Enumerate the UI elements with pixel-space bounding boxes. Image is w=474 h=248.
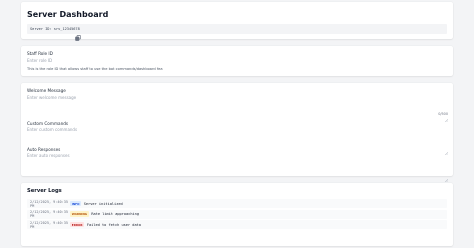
copy-icon[interactable] [75, 26, 81, 41]
auto-responses-textarea[interactable] [27, 153, 447, 167]
auto-responses-label: Auto Responses [27, 147, 61, 152]
server-id-box: Server ID: srv_12345678 [27, 24, 447, 41]
log-row: 2/12/2025, 9:40:35 PM INFO Server initia… [27, 199, 447, 208]
log-row: 2/12/2025, 9:40:35 PM ERROR Failed to fe… [27, 220, 447, 229]
messages-card: Welcome Message 0/500 Custom Commands Au… [21, 83, 453, 183]
header-card: Server Dashboard Server ID: srv_12345678 [21, 2, 453, 41]
resize-handle-icon[interactable] [444, 140, 449, 156]
log-message: Failed to fetch user data [86, 222, 141, 227]
server-logs-title: Server Logs [27, 188, 62, 194]
staff-role-help: This is the role ID that allows staff to… [27, 67, 163, 71]
staff-role-card: Staff Role ID This is the role ID that a… [21, 46, 453, 76]
resize-handle-icon[interactable] [444, 167, 449, 183]
log-time: 2/12/2025, 9:40:35 PM [30, 199, 68, 208]
log-level-badge: ERROR [70, 221, 85, 228]
custom-commands-label: Custom Commands [27, 121, 69, 126]
log-time: 2/12/2025, 9:40:35 PM [30, 220, 68, 229]
log-list: 2/12/2025, 9:40:35 PM INFO Server initia… [27, 199, 447, 231]
welcome-message-label: Welcome Message [27, 88, 66, 93]
log-time: 2/12/2025, 9:40:35 PM [30, 210, 68, 218]
welcome-char-count: 0/500 [438, 112, 448, 116]
custom-commands-textarea[interactable] [27, 127, 447, 141]
server-logs-card: Server Logs 2/12/2025, 9:40:35 PM INFO S… [21, 183, 453, 246]
welcome-message-textarea[interactable] [27, 95, 447, 109]
log-row: 2/12/2025, 9:40:35 PM WARNING Rate limit… [27, 209, 447, 219]
log-level-badge: WARNING [70, 211, 89, 217]
staff-role-input[interactable] [27, 58, 447, 63]
log-message: Server initialized [83, 201, 123, 206]
staff-role-label: Staff Role ID [27, 51, 53, 56]
log-message: Rate limit approaching [91, 212, 139, 216]
page-title: Server Dashboard [27, 10, 109, 19]
log-level-badge: INFO [70, 200, 82, 207]
resize-handle-icon[interactable] [444, 107, 449, 123]
server-id-text: Server ID: srv_12345678 [30, 26, 80, 31]
